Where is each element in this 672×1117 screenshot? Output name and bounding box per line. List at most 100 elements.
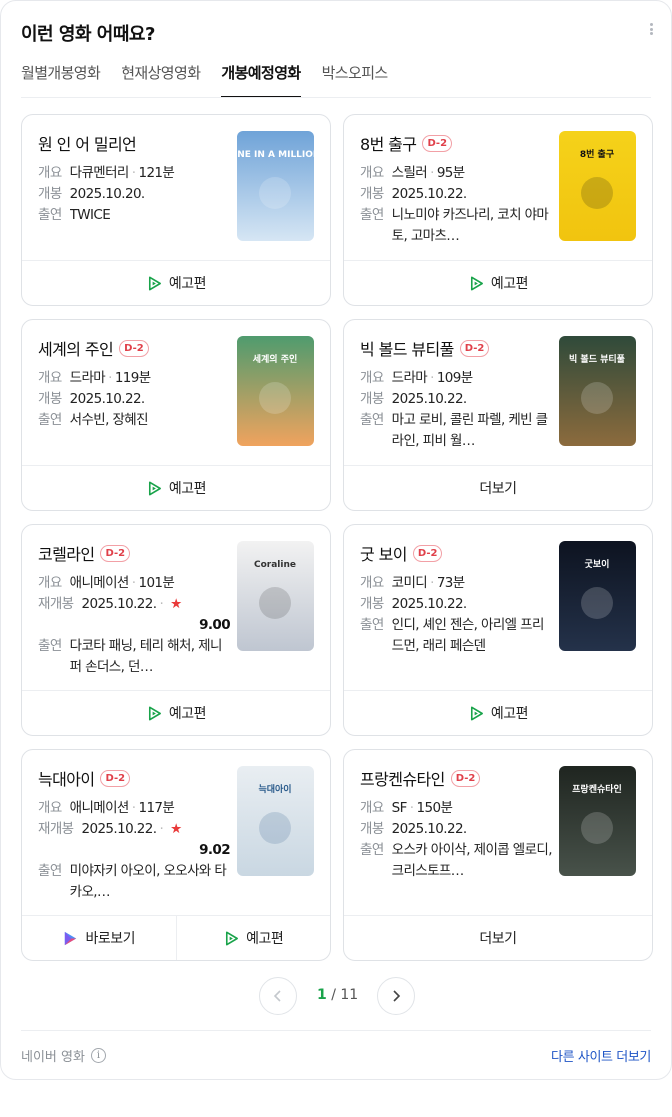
release-value: 2025.10.22. xyxy=(70,389,230,410)
genre-label: 개요 xyxy=(360,575,384,591)
movie-poster[interactable]: 세계의 주인 xyxy=(237,336,314,446)
movie-poster[interactable]: ONE IN A MILLION xyxy=(237,131,314,241)
more-button-label: 더보기 xyxy=(479,481,517,497)
tab-now-showing[interactable]: 현재상영영화 xyxy=(121,61,201,98)
release-date: 2025.10.22. xyxy=(81,596,157,612)
movie-title[interactable]: 세계의 주인 xyxy=(38,336,114,360)
movie-title-row: 빅 볼드 뷰티풀 D-2 xyxy=(360,336,490,360)
movie-title[interactable]: 코렐라인 xyxy=(38,541,95,565)
trailer-button[interactable]: 예고편 xyxy=(344,691,652,735)
poster-image: Coraline xyxy=(237,541,314,651)
genre-value: 애니메이션 · 117분 xyxy=(70,798,230,819)
more-button[interactable]: 더보기 xyxy=(344,466,652,510)
movie-title[interactable]: 원 인 어 밀리언 xyxy=(38,131,137,155)
watch-now-button[interactable]: 바로보기 xyxy=(22,916,176,960)
panel-title: 이런 영화 어때요? xyxy=(21,24,155,45)
movie-card-body[interactable]: 굿 보이 D-2 개요 코미디 · 73분 개봉 2025.10.22. 출연 인디, 셰인 젠슨… xyxy=(344,525,652,692)
trailer-button-label: 예고편 xyxy=(168,706,207,722)
footer-divider xyxy=(21,1030,651,1031)
release-label: 개봉 xyxy=(360,391,384,407)
genre-value: SF · 150분 xyxy=(392,798,552,819)
trailer-button[interactable]: 예고편 xyxy=(175,916,331,960)
separator-dot: · xyxy=(108,370,112,386)
cast-label: 출연 xyxy=(38,412,62,428)
movie-card-body[interactable]: 코렐라인 D-2 개요 애니메이션 · 101분 재개봉 2025.10.22. · ★ 9.00 출… xyxy=(22,525,330,692)
play-icon xyxy=(226,931,239,945)
tab-bar: 월별개봉영화 현재상영영화 개봉예정영화 박스오피스 xyxy=(21,61,388,98)
trailer-button[interactable]: 예고편 xyxy=(22,466,330,510)
movie-info: 개요 코미디 · 73분 개봉 2025.10.22. 출연 인디, 셰인 젠슨, 아리엘 프… xyxy=(360,573,552,657)
genre-text: 애니메이션 xyxy=(69,800,130,816)
movie-poster[interactable]: 굿보이 xyxy=(559,541,636,651)
movie-poster[interactable]: 늑대아이 xyxy=(237,766,314,876)
card-actions: 예고편 xyxy=(22,260,330,305)
tab-box-office[interactable]: 박스오피스 xyxy=(322,61,389,98)
tab-monthly-releases[interactable]: 월별개봉영화 xyxy=(21,61,101,98)
separator-dot: · xyxy=(131,800,136,816)
movie-card[interactable]: 원 인 어 밀리언 개요 다큐멘터리 · 121분 개봉 2025.10.20. 출연 TWIC… xyxy=(21,114,331,306)
cast-label: 출연 xyxy=(38,638,62,654)
movie-title-row: 프랑켄슈타인 D-2 xyxy=(360,766,481,790)
more-button[interactable]: 더보기 xyxy=(344,916,652,960)
more-options-icon[interactable] xyxy=(645,19,657,39)
trailer-button[interactable]: 예고편 xyxy=(22,261,330,305)
movie-card[interactable]: 코렐라인 D-2 개요 애니메이션 · 101분 재개봉 2025.10.22. · ★ 9.00 출… xyxy=(21,524,331,736)
release-label: 개봉 xyxy=(360,186,384,202)
release-value: 2025.10.22. xyxy=(392,594,552,615)
info-icon[interactable]: i xyxy=(90,1048,106,1063)
trailer-button[interactable]: 예고편 xyxy=(344,261,652,305)
movie-info: 개요 드라마 · 109분 개봉 2025.10.22. 출연 마고 로비, 콜린 파렐, 케… xyxy=(360,368,552,452)
genre-value: 애니메이션 · 101분 xyxy=(70,573,230,594)
movie-title[interactable]: 8번 출구 xyxy=(360,131,417,155)
play-icon xyxy=(148,706,161,720)
play-icon xyxy=(470,706,483,720)
movie-card[interactable]: 8번 출구 D-2 개요 스릴러 · 95분 개봉 2025.10.22. 출연 니노미야 카즈나… xyxy=(343,114,653,306)
movie-poster[interactable]: 8번 출구 xyxy=(559,131,636,241)
card-actions: 예고편 xyxy=(344,260,652,305)
movie-card-body[interactable]: 늑대아이 D-2 개요 애니메이션 · 117분 재개봉 2025.10.22. · ★ 9.02 출… xyxy=(22,750,330,917)
movie-card[interactable]: 빅 볼드 뷰티풀 D-2 개요 드라마 · 109분 개봉 2025.10.22. 출연 마고 로… xyxy=(343,319,653,511)
cast-value: TWICE xyxy=(69,207,111,223)
movie-card-body[interactable]: 프랑켄슈타인 D-2 개요 SF · 150분 개봉 2025.10.22. 출연 오스카 아이삭… xyxy=(344,750,652,917)
movie-title[interactable]: 빅 볼드 뷰티풀 xyxy=(360,336,454,360)
cast-value: 서수빈, 장혜진 xyxy=(69,412,149,428)
movie-card[interactable]: 세계의 주인 D-2 개요 드라마 · 119분 개봉 2025.10.22. 출연 서수빈, 장… xyxy=(21,319,331,511)
movie-card-body[interactable]: 빅 볼드 뷰티풀 D-2 개요 드라마 · 109분 개봉 2025.10.22. 출연 마고 로… xyxy=(344,320,652,467)
poster-title: 8번 출구 xyxy=(580,148,614,160)
movie-recommendation-panel: 이런 영화 어때요? 월별개봉영화 현재상영영화 개봉예정영화 박스오피스 원 … xyxy=(0,0,672,1080)
movie-poster[interactable]: 빅 볼드 뷰티풀 xyxy=(559,336,636,446)
movie-title[interactable]: 프랑켄슈타인 xyxy=(360,766,445,790)
genre-label: 개요 xyxy=(38,370,62,386)
movie-poster[interactable]: Coraline xyxy=(237,541,314,651)
movie-card-body[interactable]: 세계의 주인 D-2 개요 드라마 · 119분 개봉 2025.10.22. 출연 서수빈, 장… xyxy=(22,320,330,467)
card-actions: 바로보기 예고편 xyxy=(22,915,330,960)
movie-card[interactable]: 늑대아이 D-2 개요 애니메이션 · 117분 재개봉 2025.10.22. · ★ 9.02 출… xyxy=(21,749,331,961)
d-day-badge: D-2 xyxy=(422,134,453,152)
poster-image: 8번 출구 xyxy=(559,131,636,241)
release-value: 2025.10.22. xyxy=(392,389,552,410)
separator-dot: · xyxy=(430,575,434,591)
release-label: 개봉 xyxy=(360,596,384,612)
source-text: 네이버 영화 xyxy=(21,1050,85,1065)
more-sites-link[interactable]: 다른 사이트 더보기 xyxy=(551,1046,651,1065)
separator-dot: · xyxy=(159,821,164,837)
star-icon: ★ xyxy=(170,596,182,612)
trailer-button-label: 예고편 xyxy=(490,706,529,722)
movie-card[interactable]: 굿 보이 D-2 개요 코미디 · 73분 개봉 2025.10.22. 출연 인디, 셰인 젠슨… xyxy=(343,524,653,736)
movie-card[interactable]: 프랑켄슈타인 D-2 개요 SF · 150분 개봉 2025.10.22. 출연 오스카 아이삭… xyxy=(343,749,653,961)
tab-upcoming[interactable]: 개봉예정영화 xyxy=(221,61,301,98)
movie-title[interactable]: 늑대아이 xyxy=(38,766,95,790)
trailer-button[interactable]: 예고편 xyxy=(22,691,330,735)
movie-title-row: 코렐라인 D-2 xyxy=(38,541,131,565)
genre-text: SF xyxy=(391,800,408,816)
movie-card-body[interactable]: 원 인 어 밀리언 개요 다큐멘터리 · 121분 개봉 2025.10.20. 출연 TWIC… xyxy=(22,115,330,262)
cast-label: 출연 xyxy=(360,842,384,858)
poster-title: 굿보이 xyxy=(585,558,610,570)
movie-card-body[interactable]: 8번 출구 D-2 개요 스릴러 · 95분 개봉 2025.10.22. 출연 니노미야 카즈나… xyxy=(344,115,652,262)
movie-poster[interactable]: 프랑켄슈타인 xyxy=(559,766,636,876)
star-icon: ★ xyxy=(170,821,182,837)
movie-title[interactable]: 굿 보이 xyxy=(360,541,407,565)
separator-dot: · xyxy=(131,165,136,181)
prev-page-button[interactable] xyxy=(259,977,297,1015)
next-page-button[interactable] xyxy=(377,977,415,1015)
